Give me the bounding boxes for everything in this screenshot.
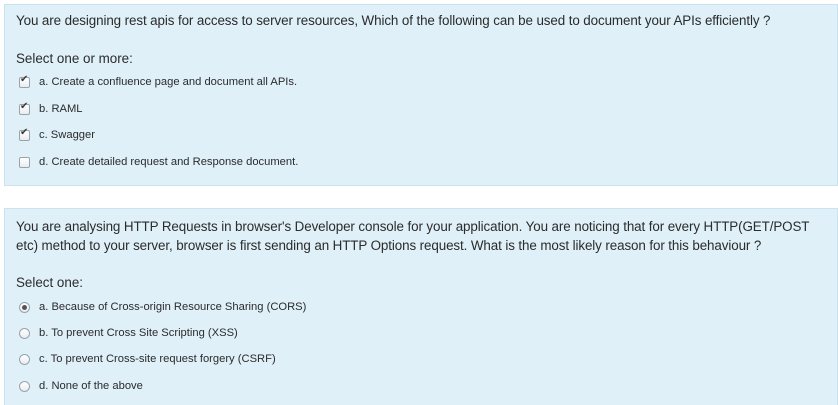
radio-button[interactable] [19, 353, 30, 365]
question-2-option-b[interactable]: b. To prevent Cross Site Scripting (XSS) [19, 324, 827, 342]
option-label: d. Create detailed request and Response … [39, 156, 299, 168]
radio-button[interactable] [19, 301, 30, 313]
question-2-panel: You are analysing HTTP Requests in brows… [4, 208, 838, 405]
question-2-text: You are analysing HTTP Requests in brows… [16, 219, 810, 253]
checkbox[interactable] [19, 127, 30, 141]
radio-button[interactable] [19, 327, 30, 339]
radio-button[interactable] [19, 380, 30, 392]
question-1-option-c[interactable]: c. Swagger [19, 126, 827, 144]
question-2-option-d[interactable]: d. None of the above [19, 377, 827, 395]
option-label: d. None of the above [39, 380, 143, 392]
option-label: c. To prevent Cross-site request forgery… [39, 353, 276, 365]
option-label: b. RAML [39, 103, 83, 115]
option-label: b. To prevent Cross Site Scripting (XSS) [39, 327, 238, 339]
option-label: a. Because of Cross-origin Resource Shar… [39, 301, 307, 313]
question-2-option-a[interactable]: a. Because of Cross-origin Resource Shar… [19, 298, 827, 316]
question-1-option-a[interactable]: a. Create a confluence page and document… [19, 73, 827, 91]
option-label: c. Swagger [39, 129, 95, 141]
question-1-panel: You are designing rest apis for access t… [4, 4, 838, 186]
checkbox[interactable] [19, 101, 30, 115]
checkbox[interactable] [19, 74, 30, 88]
question-2-option-c[interactable]: c. To prevent Cross-site request forgery… [19, 350, 827, 368]
option-label: a. Create a confluence page and document… [39, 76, 298, 88]
question-1-option-d[interactable]: d. Create detailed request and Response … [19, 153, 827, 171]
checkbox[interactable] [19, 156, 30, 168]
question-2-prompt: Select one: [16, 275, 83, 290]
question-1-text: You are designing rest apis for access t… [16, 13, 771, 28]
question-1-option-b[interactable]: b. RAML [19, 100, 827, 118]
question-1-prompt: Select one or more: [16, 51, 133, 66]
